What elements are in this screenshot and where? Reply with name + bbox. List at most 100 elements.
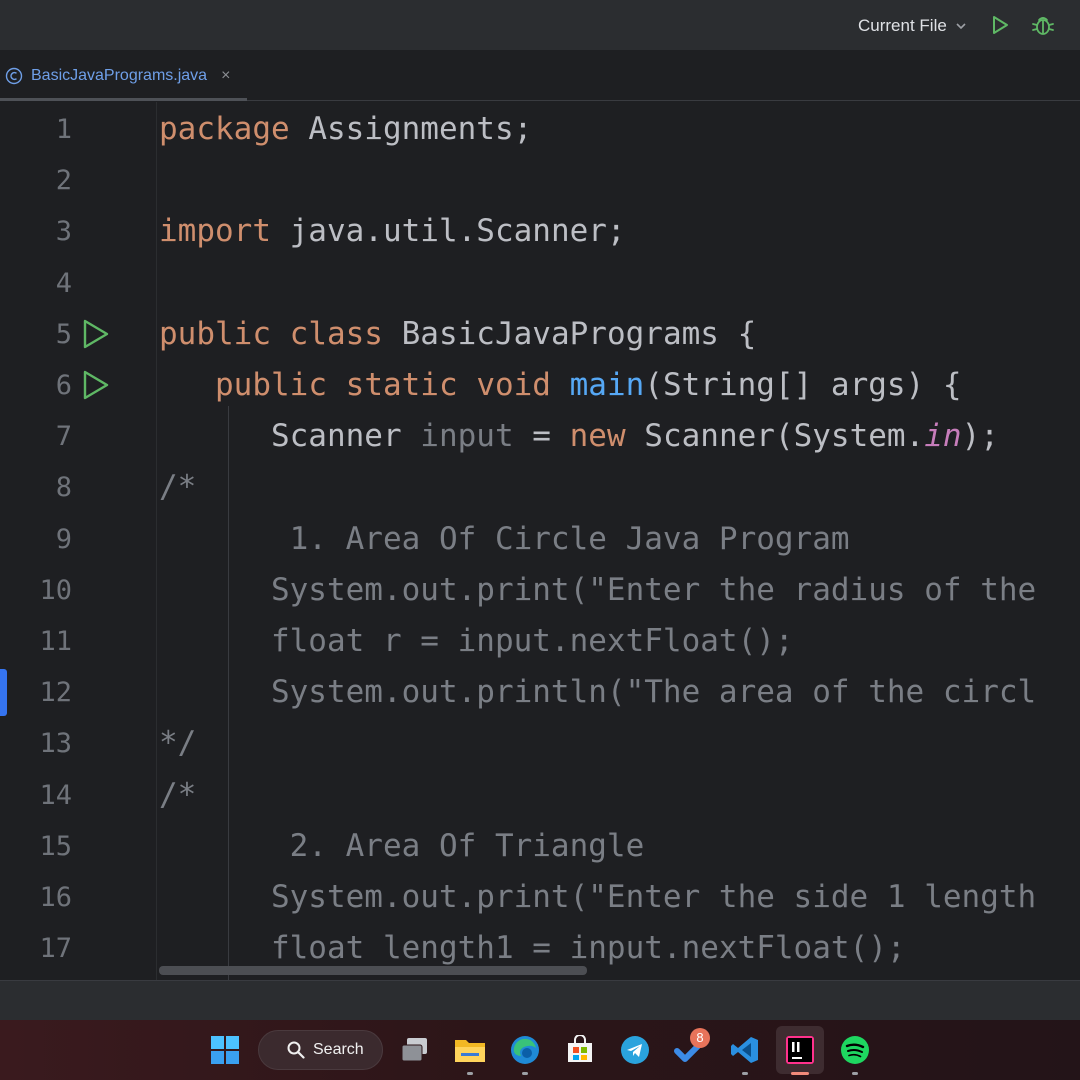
intellij-button[interactable] xyxy=(776,1026,824,1075)
vscode-icon xyxy=(731,1037,758,1063)
code-token: Scanner(System. xyxy=(625,418,925,454)
vcs-change-marker[interactable] xyxy=(0,669,7,716)
line-number: 7 xyxy=(55,421,72,452)
keyword: import xyxy=(159,213,271,249)
horizontal-scrollbar[interactable] xyxy=(159,966,587,975)
chevron-down-icon xyxy=(956,23,966,30)
status-bar xyxy=(0,980,1080,1020)
keyword: new xyxy=(569,418,626,454)
comment-line: 2. Area Of Triangle xyxy=(159,828,645,864)
search-label: Search xyxy=(313,1041,364,1058)
file-explorer-button[interactable] xyxy=(446,1026,494,1075)
edge-browser-button[interactable] xyxy=(501,1026,549,1075)
line-number: 17 xyxy=(39,933,72,964)
comment-line: /* xyxy=(159,469,197,505)
running-indicator xyxy=(852,1072,858,1075)
keyword: static xyxy=(345,367,458,403)
taskbar-search-box[interactable]: Search xyxy=(258,1030,383,1070)
windows-taskbar: Search 8 xyxy=(0,1020,1080,1080)
code-token: (String[] args) { xyxy=(644,367,962,403)
comment-line: System.out.print("Enter the radius of th… xyxy=(159,572,1037,608)
keyword: void xyxy=(476,367,551,403)
keyword: package xyxy=(159,111,290,147)
edge-browser-icon xyxy=(511,1036,539,1064)
line-number: 11 xyxy=(39,626,72,657)
code-token: Scanner xyxy=(270,418,421,454)
keyword: class xyxy=(289,316,383,352)
code-token: Assignments; xyxy=(289,111,533,147)
line-number: 4 xyxy=(55,268,72,299)
comment-line: System.out.print("Enter the side 1 lengt… xyxy=(159,879,1037,915)
running-indicator xyxy=(742,1072,748,1075)
line-number: 15 xyxy=(39,831,72,862)
line-number-gutter: 1 2 3 4 5 6 7 8 9 10 11 12 13 14 15 16 1… xyxy=(0,102,156,980)
telegram-button[interactable] xyxy=(611,1026,659,1074)
run-class-gutter-icon[interactable] xyxy=(81,318,111,350)
code-editor[interactable]: 1 2 3 4 5 6 7 8 9 10 11 12 13 14 15 16 1… xyxy=(0,102,1080,980)
code-line: public static void main(String[] args) { xyxy=(159,360,962,411)
notification-badge: 8 xyxy=(690,1028,710,1048)
static-field: in xyxy=(924,418,962,454)
code-line: import java.util.Scanner; xyxy=(159,206,626,257)
telegram-icon xyxy=(621,1036,649,1064)
line-number: 9 xyxy=(55,524,72,555)
line-number: 13 xyxy=(39,728,72,759)
code-text[interactable]: package Assignments; import java.util.Sc… xyxy=(159,102,1080,980)
line-number: 1 xyxy=(55,114,72,145)
code-token: BasicJavaPrograms { xyxy=(382,316,757,352)
gutter-divider xyxy=(156,102,157,980)
intellij-icon xyxy=(786,1036,814,1064)
line-number: 6 xyxy=(55,370,72,401)
file-explorer-icon xyxy=(455,1040,485,1062)
line-number: 14 xyxy=(39,780,72,811)
line-number: 2 xyxy=(55,165,72,196)
active-tab-indicator xyxy=(0,98,247,101)
comment-line: System.out.println("The area of the circ… xyxy=(159,674,1037,710)
tab-label: BasicJavaPrograms.java xyxy=(31,66,208,84)
editor-tab-bar: BasicJavaPrograms.java × xyxy=(0,50,1080,101)
microsoft-store-icon xyxy=(568,1035,592,1062)
comment-line: /* xyxy=(159,777,197,813)
task-view-button[interactable] xyxy=(391,1026,439,1074)
comment-line: 1. Area Of Circle Java Program xyxy=(159,521,850,557)
close-icon[interactable]: × xyxy=(221,67,230,85)
code-line: public class BasicJavaPrograms { xyxy=(159,309,756,360)
keyword: public xyxy=(215,367,327,403)
unused-variable: input xyxy=(420,418,514,454)
running-indicator xyxy=(467,1072,473,1075)
run-button[interactable] xyxy=(988,13,1012,37)
microsoft-store-button[interactable] xyxy=(556,1026,604,1074)
tab-basic-java-programs[interactable]: BasicJavaPrograms.java × xyxy=(0,50,247,101)
task-view-icon xyxy=(401,1038,427,1062)
code-token: ); xyxy=(961,418,999,454)
run-main-gutter-icon[interactable] xyxy=(81,369,111,401)
code-token: = xyxy=(513,418,570,454)
line-number: 5 xyxy=(55,319,72,350)
comment-line: */ xyxy=(159,725,197,761)
todo-button[interactable]: 8 xyxy=(666,1026,714,1074)
keyword: public xyxy=(159,316,271,352)
method-name: main xyxy=(569,367,645,403)
spotify-button[interactable] xyxy=(831,1026,879,1075)
vscode-button[interactable] xyxy=(721,1026,769,1075)
line-number: 16 xyxy=(39,882,72,913)
line-number: 10 xyxy=(39,575,72,606)
spotify-icon xyxy=(841,1036,869,1064)
line-number: 12 xyxy=(39,677,72,708)
running-indicator xyxy=(522,1072,528,1075)
main-toolbar: Current File xyxy=(0,0,1080,50)
debug-button[interactable] xyxy=(1030,12,1056,38)
line-number: 8 xyxy=(55,472,72,503)
line-number: 3 xyxy=(55,216,72,247)
run-configuration-dropdown[interactable]: Current File xyxy=(858,14,967,38)
code-token: java.util.Scanner; xyxy=(270,213,626,249)
java-class-icon xyxy=(5,67,23,84)
code-line: package Assignments; xyxy=(159,104,532,155)
comment-line: float r = input.nextFloat(); xyxy=(159,623,794,659)
code-line: Scanner input = new Scanner(System.in); xyxy=(159,411,999,462)
active-indicator xyxy=(791,1072,809,1075)
start-button[interactable] xyxy=(201,1026,249,1074)
